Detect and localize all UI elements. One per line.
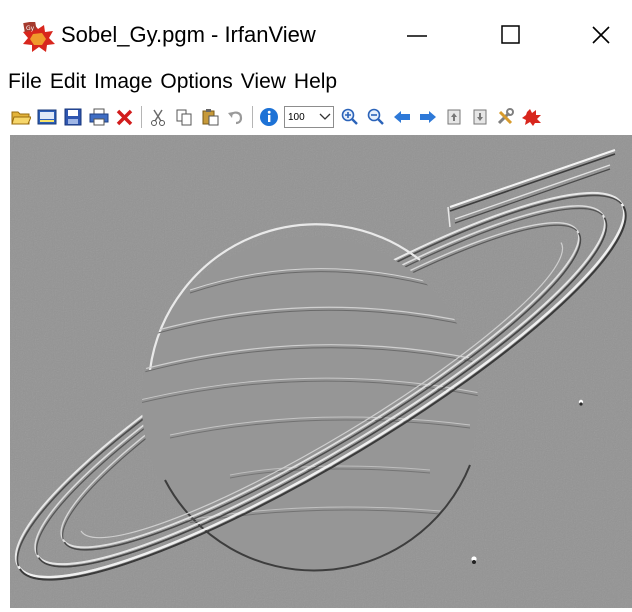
window-bottom-edge: [0, 608, 632, 612]
svg-text:Gy: Gy: [26, 25, 35, 32]
image-canvas[interactable]: [10, 135, 632, 608]
chevron-down-icon: [317, 113, 333, 121]
properties-icon[interactable]: [495, 106, 517, 128]
toolbar-separator: [252, 106, 253, 128]
toolbar: 100: [0, 100, 632, 134]
page-down-icon[interactable]: [469, 106, 491, 128]
thumbnails-icon[interactable]: [36, 106, 58, 128]
menu-image[interactable]: Image: [94, 68, 152, 96]
title-bar[interactable]: Gy Sobel_Gy.pgm - IrfanView: [0, 0, 632, 66]
info-icon[interactable]: [258, 106, 280, 128]
menu-file[interactable]: File: [8, 68, 42, 96]
delete-icon[interactable]: [114, 106, 136, 128]
minimize-button[interactable]: [388, 16, 446, 54]
sobel-saturn-image: [10, 135, 632, 608]
zoom-select[interactable]: 100: [284, 106, 334, 128]
cut-icon[interactable]: [147, 106, 169, 128]
toolbar-separator: [141, 106, 142, 128]
print-icon[interactable]: [88, 106, 110, 128]
irfanview-icon[interactable]: [521, 106, 543, 128]
page-up-icon[interactable]: [443, 106, 465, 128]
zoom-out-icon[interactable]: [365, 106, 387, 128]
maximize-button[interactable]: [482, 16, 540, 54]
paste-icon[interactable]: [199, 106, 221, 128]
zoom-in-icon[interactable]: [339, 106, 361, 128]
menu-help[interactable]: Help: [294, 68, 337, 96]
irfanview-app-icon: Gy: [20, 21, 58, 54]
undo-icon[interactable]: [225, 106, 247, 128]
menu-bar: File Edit Image Options View Help: [0, 66, 632, 98]
previous-icon[interactable]: [391, 106, 413, 128]
close-button[interactable]: [572, 16, 630, 54]
window-title: Sobel_Gy.pgm - IrfanView: [61, 22, 316, 47]
save-icon[interactable]: [62, 106, 84, 128]
menu-edit[interactable]: Edit: [50, 68, 86, 96]
copy-icon[interactable]: [173, 106, 195, 128]
next-icon[interactable]: [417, 106, 439, 128]
irfanview-window: Gy Sobel_Gy.pgm - IrfanView File Edit Im…: [0, 0, 632, 612]
menu-options[interactable]: Options: [160, 68, 232, 96]
zoom-value: 100: [288, 111, 305, 123]
open-folder-icon[interactable]: [10, 106, 32, 128]
menu-view[interactable]: View: [241, 68, 286, 96]
